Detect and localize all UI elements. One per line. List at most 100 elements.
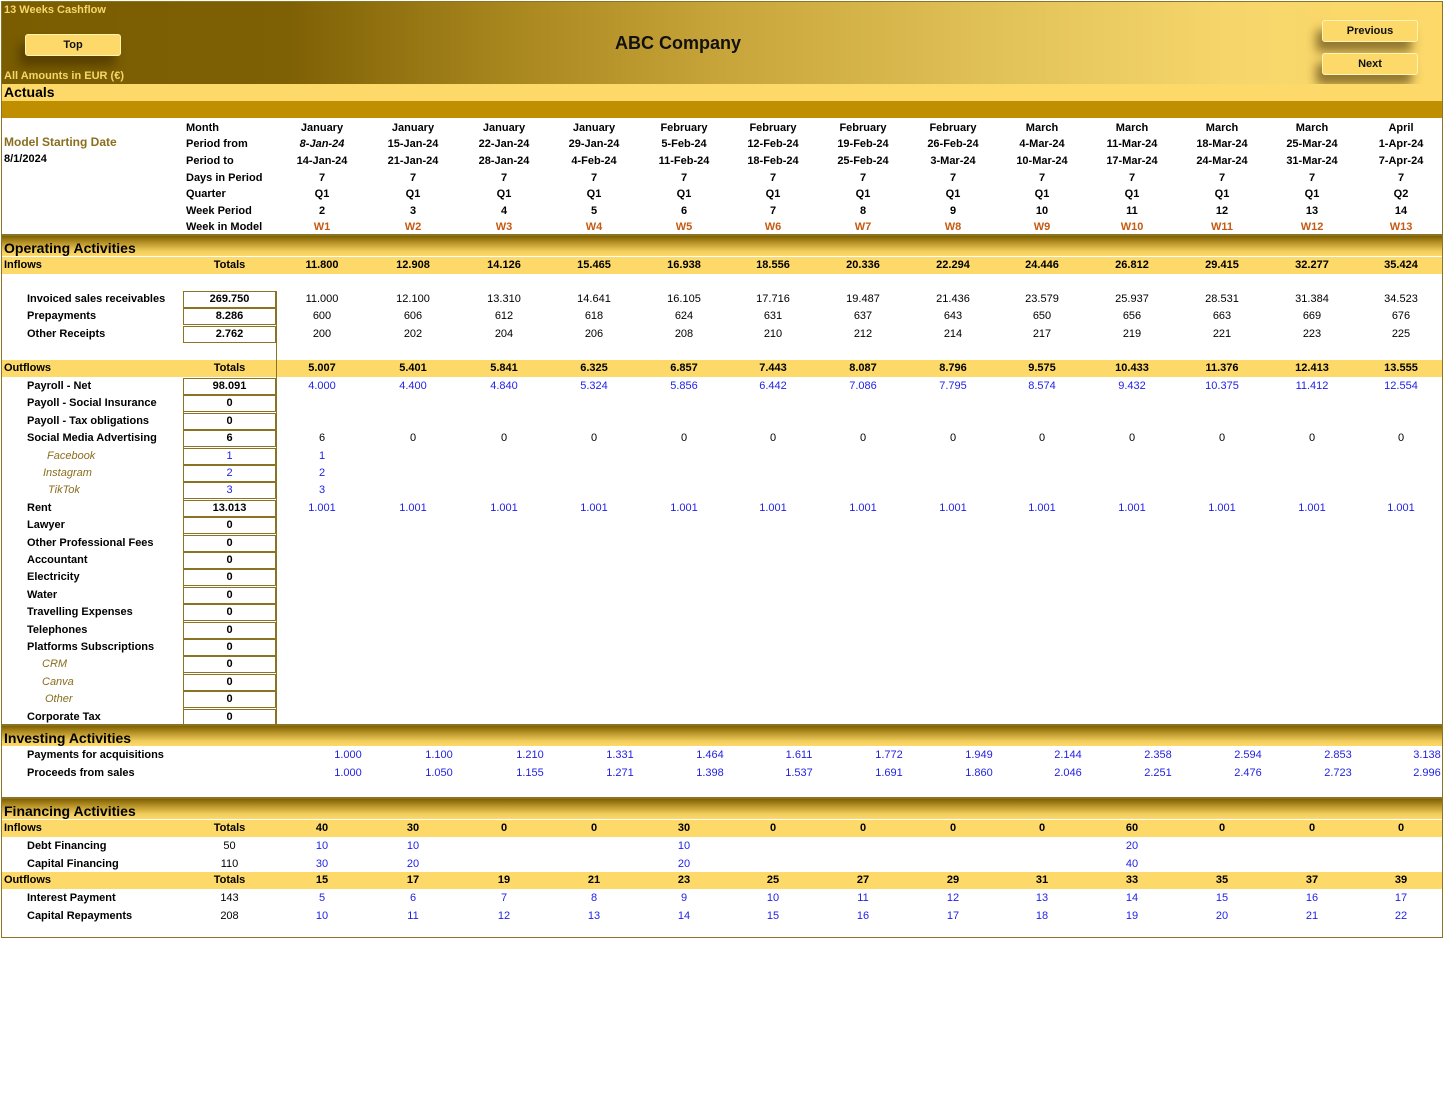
- value-cell[interactable]: 217: [1002, 326, 1082, 343]
- value-cell[interactable]: 25-Feb-24: [823, 153, 903, 170]
- value-cell[interactable]: 0: [823, 430, 903, 447]
- total-input[interactable]: 2.762: [183, 326, 276, 343]
- value-cell[interactable]: 223: [1272, 326, 1352, 343]
- value-cell[interactable]: 10: [282, 908, 362, 925]
- value-cell[interactable]: 225: [1361, 326, 1441, 343]
- value-cell[interactable]: 19.487: [823, 291, 903, 308]
- total-input[interactable]: 0: [183, 534, 276, 552]
- value-cell[interactable]: Q1: [464, 186, 544, 203]
- value-cell[interactable]: February: [733, 120, 813, 137]
- value-cell[interactable]: 7: [1182, 170, 1262, 187]
- value-cell[interactable]: 14: [1092, 890, 1172, 907]
- value-cell[interactable]: 29.415: [1182, 257, 1262, 274]
- total-input[interactable]: 0: [183, 517, 276, 535]
- value-cell[interactable]: 0: [644, 430, 724, 447]
- value-cell[interactable]: 3.138: [1387, 747, 1445, 764]
- value-cell[interactable]: 12.100: [373, 291, 453, 308]
- value-cell[interactable]: 7: [464, 170, 544, 187]
- value-cell[interactable]: 11-Feb-24: [644, 153, 724, 170]
- total-input[interactable]: 0: [183, 569, 276, 587]
- value-cell[interactable]: 1.271: [580, 765, 660, 782]
- total-input[interactable]: 0: [183, 621, 276, 639]
- value-cell[interactable]: 22.294: [913, 257, 993, 274]
- value-cell[interactable]: 6.325: [554, 360, 634, 377]
- value-cell[interactable]: 2.853: [1298, 747, 1378, 764]
- value-cell[interactable]: 19-Feb-24: [823, 136, 903, 153]
- value-cell[interactable]: 21: [1272, 908, 1352, 925]
- value-cell[interactable]: 11.000: [282, 291, 362, 308]
- value-cell[interactable]: 10: [1002, 203, 1082, 220]
- value-cell[interactable]: 5.324: [554, 378, 634, 395]
- value-cell[interactable]: 624: [644, 308, 724, 325]
- value-cell[interactable]: 6.442: [733, 378, 813, 395]
- value-cell[interactable]: 1.050: [399, 765, 479, 782]
- value-cell[interactable]: 28-Jan-24: [464, 153, 544, 170]
- value-cell[interactable]: 21.436: [913, 291, 993, 308]
- value-cell[interactable]: 1.210: [490, 747, 570, 764]
- value-cell[interactable]: 35: [1182, 872, 1262, 889]
- value-cell[interactable]: 18.556: [733, 257, 813, 274]
- value-cell[interactable]: 7: [733, 203, 813, 220]
- value-cell[interactable]: 0: [1361, 820, 1441, 837]
- total-input[interactable]: 0: [183, 586, 276, 604]
- value-cell[interactable]: 32.277: [1272, 257, 1352, 274]
- value-cell[interactable]: 1.001: [733, 500, 813, 517]
- previous-button[interactable]: Previous: [1322, 20, 1418, 42]
- value-cell[interactable]: 0: [554, 820, 634, 837]
- value-cell[interactable]: 1-Apr-24: [1361, 136, 1441, 153]
- value-cell[interactable]: 2: [282, 203, 362, 220]
- total-input[interactable]: 269.750: [183, 291, 276, 308]
- value-cell[interactable]: 7: [554, 170, 634, 187]
- total-input[interactable]: 6: [183, 430, 276, 448]
- value-cell[interactable]: 6: [373, 890, 453, 907]
- value-cell[interactable]: 4.000: [282, 378, 362, 395]
- value-cell[interactable]: 0: [1272, 430, 1352, 447]
- value-cell[interactable]: 5: [282, 890, 362, 907]
- value-cell[interactable]: 1.001: [1092, 500, 1172, 517]
- total-input[interactable]: 3: [183, 482, 276, 500]
- value-cell[interactable]: 1: [282, 448, 362, 465]
- value-cell[interactable]: January: [282, 120, 362, 137]
- value-cell[interactable]: Q1: [733, 186, 813, 203]
- value-cell[interactable]: Q1: [913, 186, 993, 203]
- value-cell[interactable]: 15.465: [554, 257, 634, 274]
- value-cell[interactable]: 1.691: [849, 765, 929, 782]
- value-cell[interactable]: 34.523: [1361, 291, 1441, 308]
- value-cell[interactable]: 4: [464, 203, 544, 220]
- value-cell[interactable]: 11.800: [282, 257, 362, 274]
- value-cell[interactable]: 11.412: [1272, 378, 1352, 395]
- value-cell[interactable]: 31: [1002, 872, 1082, 889]
- total-input[interactable]: 8.286: [183, 308, 276, 325]
- value-cell[interactable]: Q1: [1272, 186, 1352, 203]
- value-cell[interactable]: 17: [373, 872, 453, 889]
- total-input[interactable]: 0: [183, 656, 276, 674]
- value-cell[interactable]: 7: [282, 170, 362, 187]
- value-cell[interactable]: 13.310: [464, 291, 544, 308]
- value-cell[interactable]: 3: [282, 482, 362, 499]
- value-cell[interactable]: 656: [1092, 308, 1172, 325]
- value-cell[interactable]: 10-Mar-24: [1002, 153, 1082, 170]
- value-cell[interactable]: 214: [913, 326, 993, 343]
- value-cell[interactable]: 11: [1092, 203, 1172, 220]
- value-cell[interactable]: 0: [464, 820, 544, 837]
- value-cell[interactable]: 20.336: [823, 257, 903, 274]
- value-cell[interactable]: 5.401: [373, 360, 453, 377]
- value-cell[interactable]: 4.400: [373, 378, 453, 395]
- value-cell[interactable]: January: [464, 120, 544, 137]
- value-cell[interactable]: 24-Mar-24: [1182, 153, 1262, 170]
- value-cell[interactable]: 25.937: [1092, 291, 1172, 308]
- value-cell[interactable]: 25-Mar-24: [1272, 136, 1352, 153]
- value-cell[interactable]: 9.575: [1002, 360, 1082, 377]
- value-cell[interactable]: 13: [554, 908, 634, 925]
- value-cell[interactable]: 31.384: [1272, 291, 1352, 308]
- value-cell[interactable]: 11: [373, 908, 453, 925]
- value-cell[interactable]: 29-Jan-24: [554, 136, 634, 153]
- value-cell[interactable]: 0: [1182, 820, 1262, 837]
- value-cell[interactable]: 11: [823, 890, 903, 907]
- value-cell[interactable]: February: [823, 120, 903, 137]
- value-cell[interactable]: 40: [1092, 856, 1172, 873]
- value-cell[interactable]: 1.001: [464, 500, 544, 517]
- value-cell[interactable]: 7: [464, 890, 544, 907]
- value-cell[interactable]: 30: [282, 856, 362, 873]
- value-cell[interactable]: Q2: [1361, 186, 1441, 203]
